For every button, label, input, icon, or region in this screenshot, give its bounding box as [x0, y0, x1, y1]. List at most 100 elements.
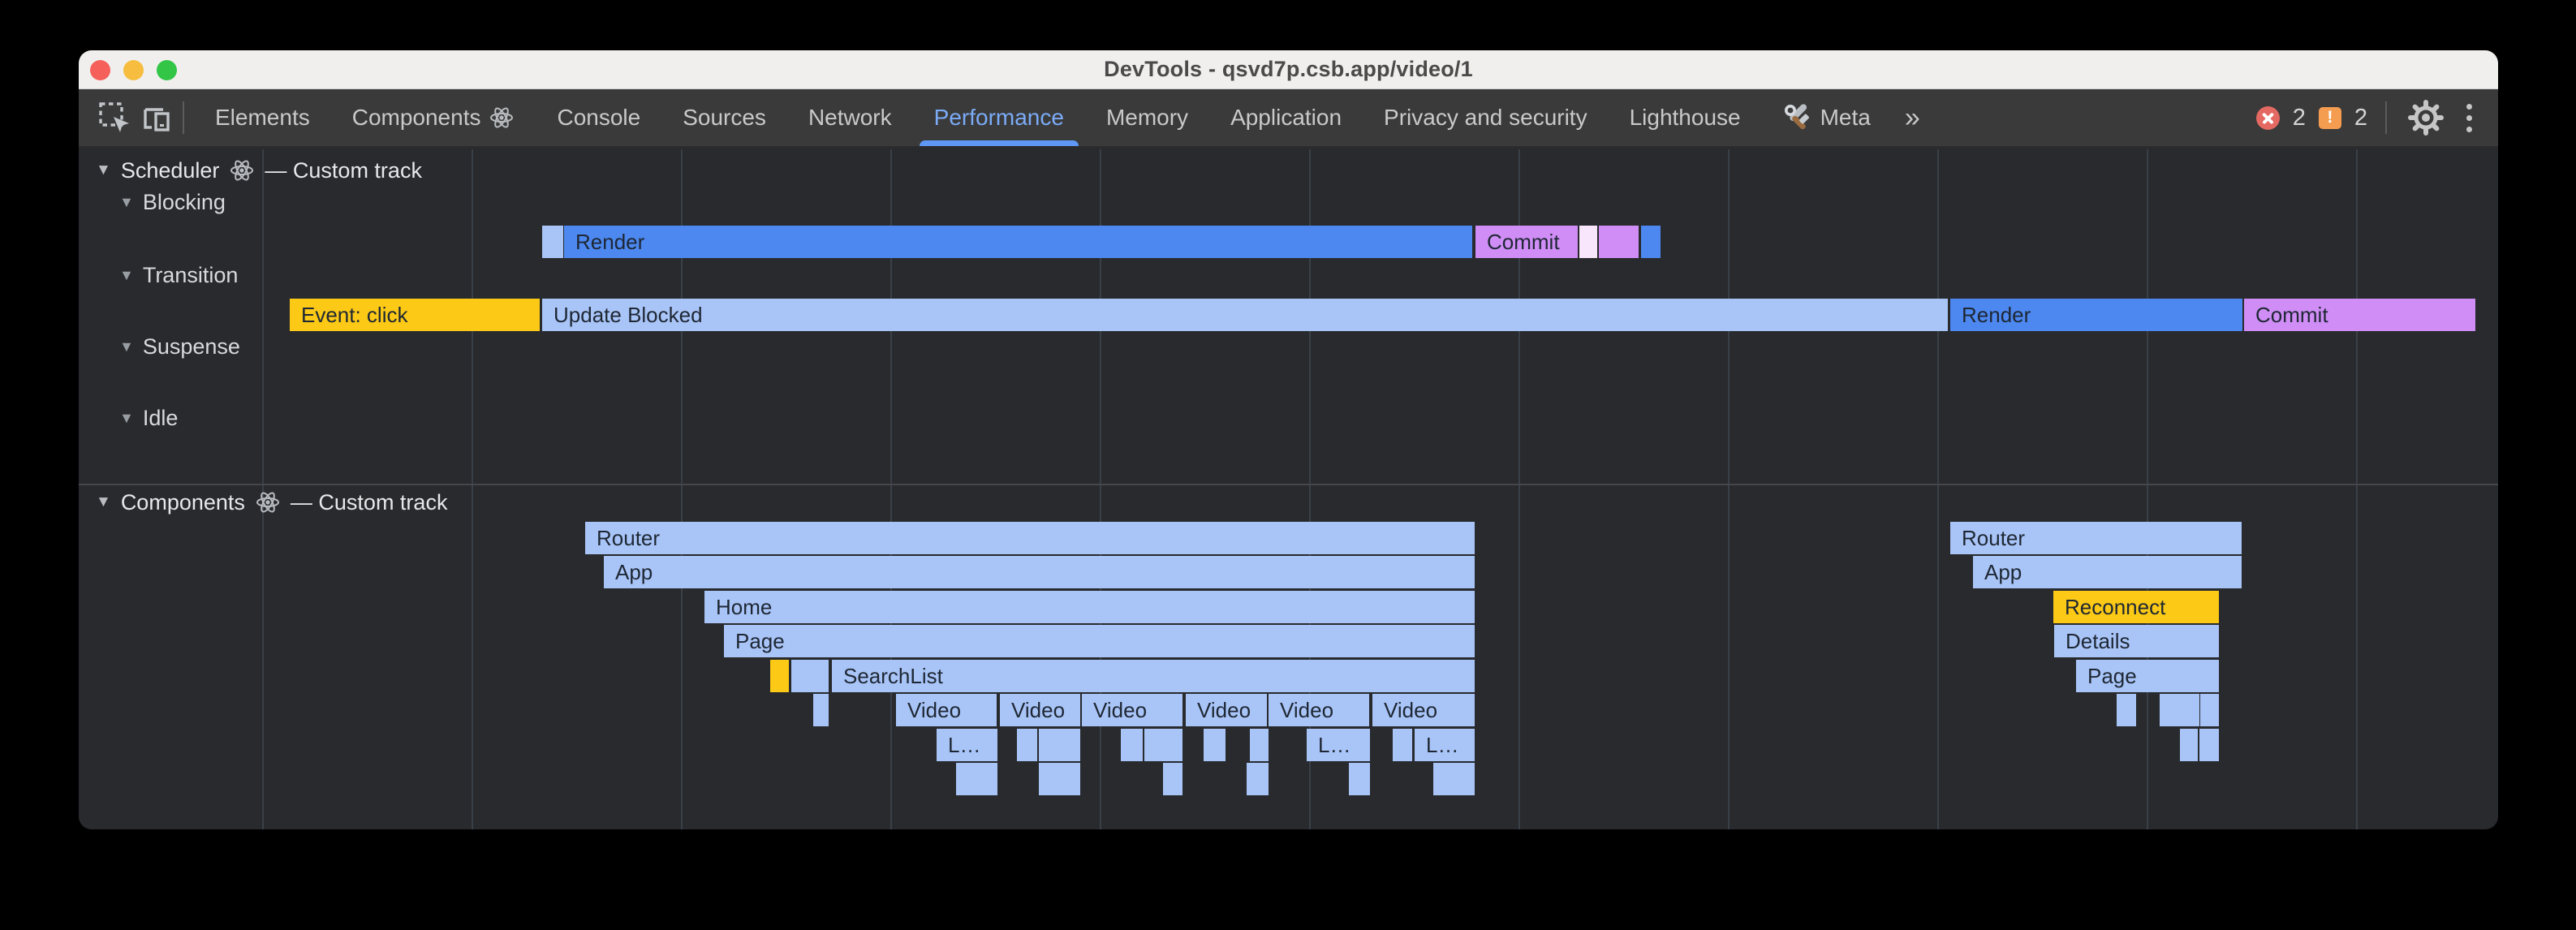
flame-bar-video[interactable]: Video	[1269, 694, 1369, 726]
flame-bar[interactable]	[2199, 729, 2219, 761]
flame-bar[interactable]	[1121, 729, 1143, 761]
collapse-triangle-icon[interactable]: ▼	[119, 267, 134, 284]
tab-network[interactable]: Network	[787, 89, 913, 146]
flame-bar[interactable]	[1433, 763, 1475, 795]
flame-bar-searchlist[interactable]: SearchList	[832, 660, 1475, 692]
flame-bar[interactable]	[1349, 763, 1370, 795]
track-divider	[79, 484, 2498, 485]
tab-memory[interactable]: Memory	[1085, 89, 1209, 146]
flame-bar[interactable]	[1017, 729, 1037, 761]
tab-sources[interactable]: Sources	[661, 89, 787, 146]
flame-bar-page[interactable]: Page	[724, 625, 1475, 657]
collapse-triangle-icon[interactable]: ▼	[119, 338, 134, 355]
flame-bar[interactable]	[1039, 763, 1080, 795]
flame-bar-commit[interactable]: Commit	[2244, 299, 2475, 331]
error-count[interactable]: 2	[2293, 105, 2306, 131]
flame-bar-router[interactable]: Router	[585, 522, 1475, 554]
flame-bar[interactable]	[2180, 729, 2198, 761]
lane-blocking[interactable]: ▼Blocking	[119, 190, 226, 215]
more-tabs-icon[interactable]: »	[1892, 104, 1933, 131]
tools-icon	[1783, 103, 1812, 132]
flame-bar[interactable]	[1641, 226, 1661, 258]
lane-suspense[interactable]: ▼Suspense	[119, 334, 240, 360]
flame-bar[interactable]	[791, 660, 829, 692]
tab-privacy-and-security[interactable]: Privacy and security	[1363, 89, 1609, 146]
tab-performance[interactable]: Performance	[913, 89, 1085, 146]
flame-bar-l[interactable]: L…	[1415, 729, 1475, 761]
close-window-button[interactable]	[90, 60, 110, 80]
flame-bar[interactable]	[1250, 729, 1269, 761]
flame-bar-render[interactable]: Render	[564, 226, 1472, 258]
collapse-triangle-icon[interactable]: ▼	[96, 493, 111, 511]
device-toolbar-icon[interactable]	[136, 97, 178, 139]
flame-bar-page[interactable]: Page	[2076, 660, 2219, 692]
flame-bar-details[interactable]: Details	[2054, 625, 2219, 657]
more-options-icon[interactable]	[2460, 101, 2479, 136]
toolbar-separator	[2385, 101, 2387, 134]
tab-application[interactable]: Application	[1209, 89, 1363, 146]
collapse-triangle-icon[interactable]: ▼	[96, 161, 111, 179]
tab-label: Memory	[1106, 105, 1188, 131]
lane-idle[interactable]: ▼Idle	[119, 406, 178, 431]
tab-components[interactable]: Components	[331, 89, 536, 146]
error-badge-icon[interactable]	[2256, 106, 2280, 130]
flame-bar-update-blocked[interactable]: Update Blocked	[542, 299, 1948, 331]
flame-bar[interactable]	[1393, 729, 1412, 761]
tab-lighthouse[interactable]: Lighthouse	[1609, 89, 1762, 146]
track-header-scheduler[interactable]: ▼ Scheduler — Custom track	[96, 157, 422, 183]
flame-bar-app[interactable]: App	[604, 556, 1475, 588]
window-titlebar[interactable]: DevTools - qsvd7p.csb.app/video/1	[79, 50, 2498, 89]
flame-bar-commit[interactable]: Commit	[1475, 226, 1578, 258]
lane-transition[interactable]: ▼Transition	[119, 263, 238, 288]
flame-bar-video[interactable]: Video	[1000, 694, 1080, 726]
flame-bar-video[interactable]: Video	[1082, 694, 1182, 726]
flame-bar-l[interactable]: L…	[1307, 729, 1370, 761]
tab-label: Components	[352, 105, 481, 131]
flame-bar-reconnect[interactable]: Reconnect	[2053, 591, 2219, 623]
flame-bar-event-click[interactable]: Event: click	[290, 299, 540, 331]
collapse-triangle-icon[interactable]: ▼	[119, 410, 134, 427]
tab-label: Console	[557, 105, 640, 131]
warning-count[interactable]: 2	[2354, 105, 2367, 131]
track-title: Scheduler	[121, 158, 220, 183]
flame-bar-video[interactable]: Video	[1372, 694, 1475, 726]
flame-bar[interactable]	[2160, 694, 2199, 726]
tab-label: Network	[808, 105, 892, 131]
flame-bar[interactable]	[1163, 763, 1182, 795]
flame-bar[interactable]	[813, 694, 829, 726]
flame-bar[interactable]	[770, 660, 789, 692]
flame-bar-video[interactable]: Video	[896, 694, 997, 726]
tab-elements[interactable]: Elements	[194, 89, 331, 146]
flame-bar[interactable]	[956, 763, 997, 795]
tab-meta[interactable]: Meta	[1762, 89, 1892, 146]
warning-badge-icon[interactable]: !	[2319, 107, 2341, 129]
flame-bar[interactable]	[1039, 729, 1080, 761]
minimize-window-button[interactable]	[123, 60, 144, 80]
flame-bar[interactable]	[1247, 763, 1269, 795]
flame-bar[interactable]	[2200, 694, 2219, 726]
performance-flame-chart[interactable]: ▼ Scheduler — Custom track ▼ Components …	[79, 148, 2498, 829]
flame-bar[interactable]	[2117, 694, 2136, 726]
flame-bar-l[interactable]: L…	[937, 729, 997, 761]
flame-bar-render[interactable]: Render	[1950, 299, 2242, 331]
zoom-window-button[interactable]	[157, 60, 177, 80]
flame-bar[interactable]	[1144, 729, 1182, 761]
active-tab-underline	[920, 140, 1079, 146]
tab-strip: Elements Components Console Sources Network P…	[194, 89, 1892, 146]
flame-bar-video[interactable]: Video	[1186, 694, 1267, 726]
flame-bar[interactable]	[542, 226, 563, 258]
flame-bar-app[interactable]: App	[1973, 556, 2242, 588]
track-header-components[interactable]: ▼ Components — Custom track	[96, 489, 447, 515]
tab-console[interactable]: Console	[536, 89, 661, 146]
flame-bar[interactable]	[1579, 226, 1597, 258]
tab-label: Application	[1230, 105, 1342, 131]
collapse-triangle-icon[interactable]: ▼	[119, 194, 134, 211]
settings-gear-icon[interactable]	[2405, 97, 2447, 139]
flame-bar[interactable]	[1204, 729, 1226, 761]
flame-bar[interactable]	[1599, 226, 1639, 258]
flame-bar-home[interactable]: Home	[704, 591, 1475, 623]
flame-bar-router[interactable]: Router	[1950, 522, 2242, 554]
inspect-element-icon[interactable]	[93, 97, 136, 139]
devtools-window: DevTools - qsvd7p.csb.app/video/1 Elemen…	[79, 50, 2498, 829]
react-atom-icon	[489, 105, 515, 131]
